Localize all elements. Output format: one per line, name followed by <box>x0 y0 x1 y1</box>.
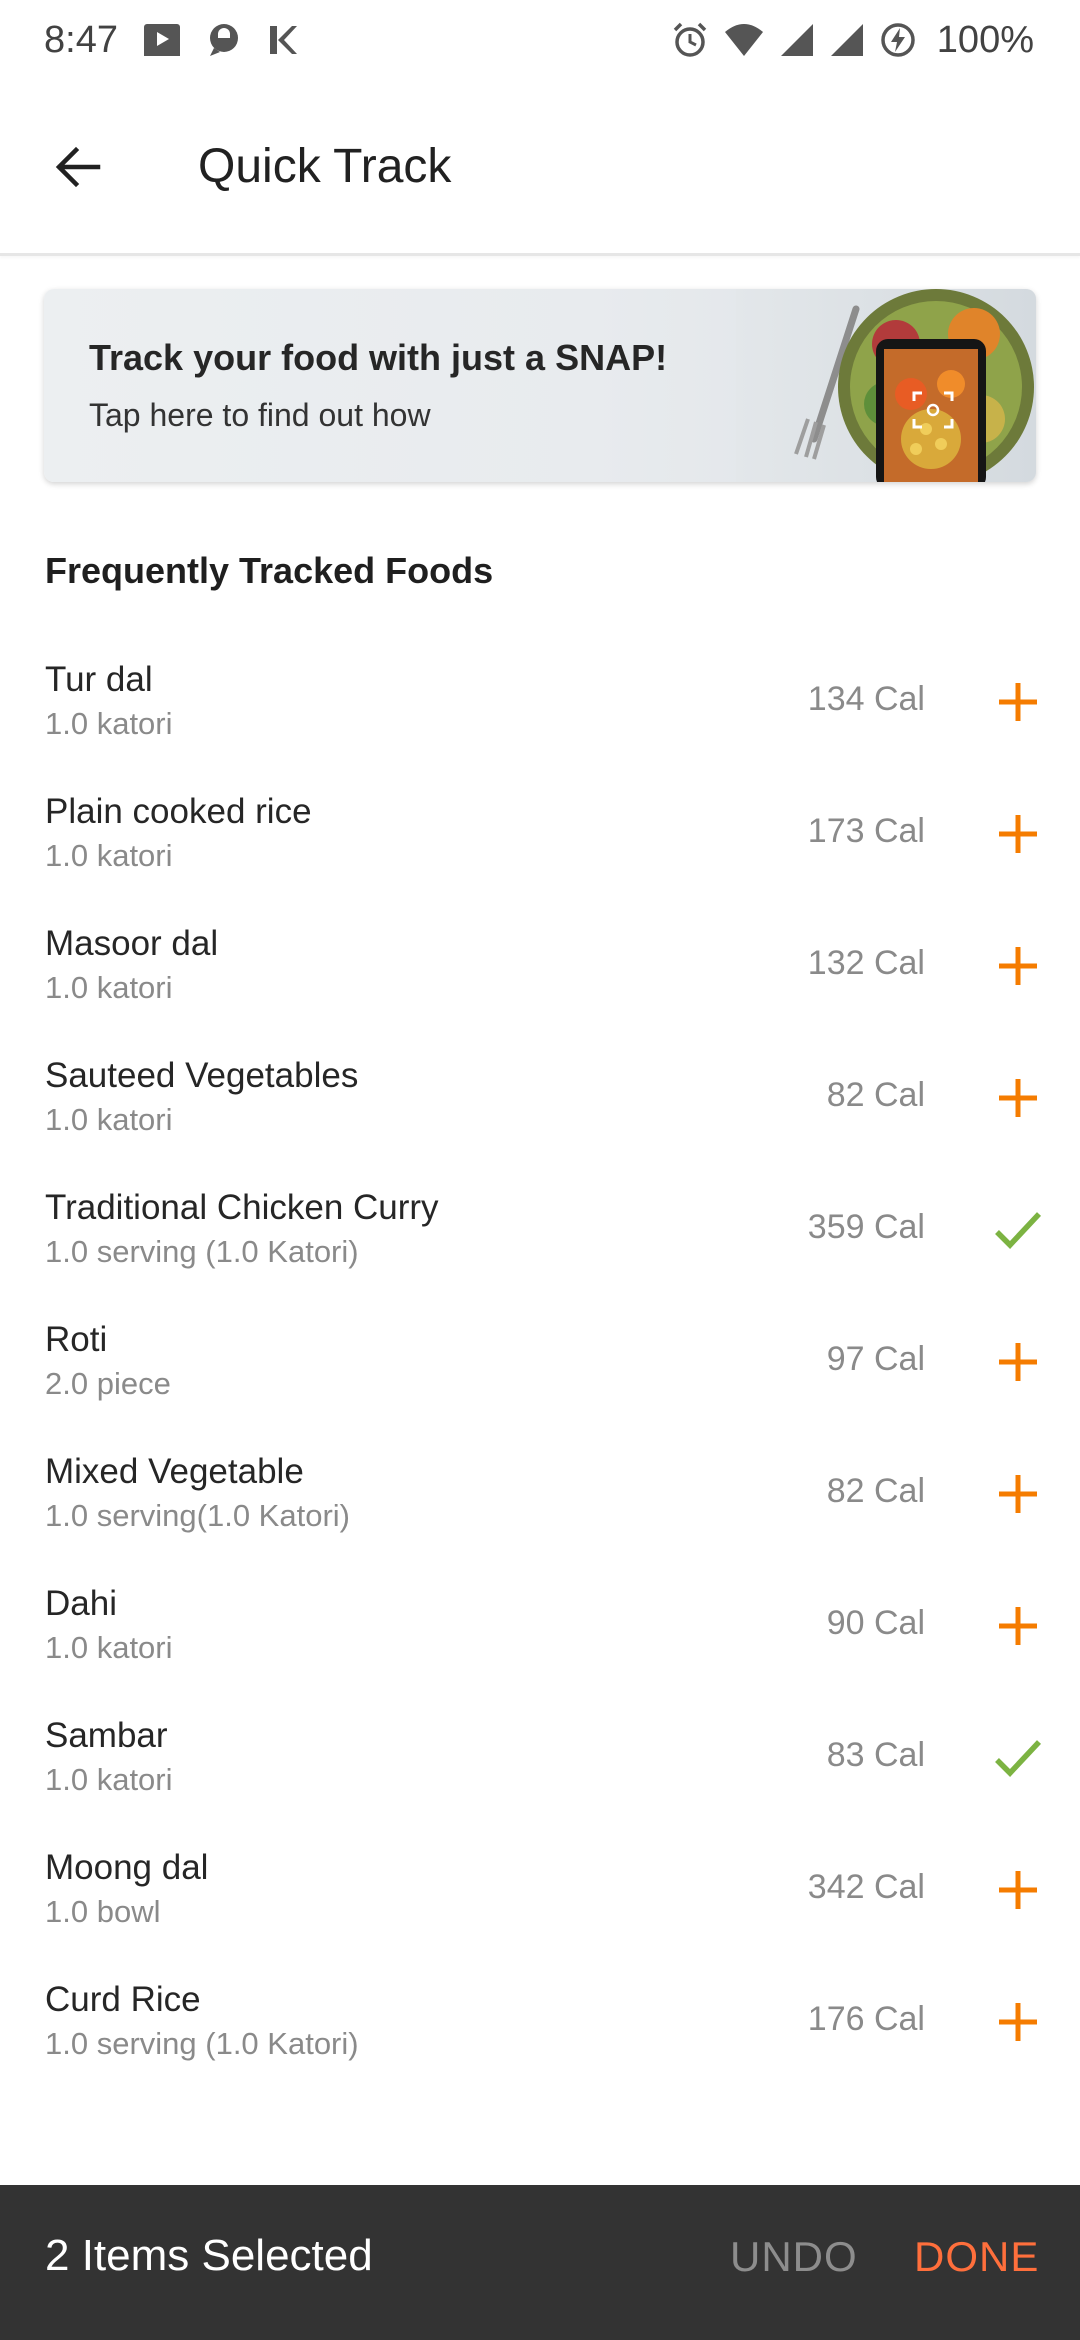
signal-icon <box>779 22 815 58</box>
food-name: Curd Rice <box>45 1980 201 2019</box>
food-calories: 176 Cal <box>807 2000 925 2038</box>
food-name: Tur dal <box>45 660 153 699</box>
selection-bar: 2 Items Selected UNDO DONE <box>0 2185 1080 2340</box>
food-quantity: 1.0 serving (1.0 Katori) <box>45 2026 359 2061</box>
status-right: 100% <box>671 19 1034 62</box>
add-plus-icon[interactable] <box>978 926 1058 1006</box>
add-plus-icon[interactable] <box>978 1982 1058 2062</box>
food-row[interactable]: Sauteed Vegetables 1.0 katori 82 Cal <box>0 1030 1080 1162</box>
status-left: 8:47 <box>44 19 300 62</box>
food-calories: 342 Cal <box>807 1868 925 1906</box>
add-plus-icon[interactable] <box>978 1850 1058 1930</box>
food-quantity: 1.0 katori <box>45 838 173 873</box>
banner-subtitle: Tap here to find out how <box>89 397 431 433</box>
food-quantity: 1.0 katori <box>45 1102 173 1137</box>
arrow-left-icon <box>55 146 101 187</box>
food-quantity: 1.0 serving (1.0 Katori) <box>45 1234 359 1269</box>
add-plus-icon[interactable] <box>978 1058 1058 1138</box>
add-plus-icon[interactable] <box>978 1586 1058 1666</box>
done-button[interactable]: DONE <box>914 2233 1039 2281</box>
undo-button[interactable]: UNDO <box>730 2233 858 2281</box>
food-calories: 132 Cal <box>807 944 925 982</box>
app-bar: Quick Track <box>0 80 1080 256</box>
food-name: Traditional Chicken Curry <box>45 1188 439 1227</box>
food-name: Dahi <box>45 1584 117 1623</box>
add-plus-icon[interactable] <box>978 1322 1058 1402</box>
food-row[interactable]: Plain cooked rice 1.0 katori 173 Cal <box>0 766 1080 898</box>
status-time: 8:47 <box>44 18 118 61</box>
k-icon <box>266 22 300 58</box>
check-icon[interactable] <box>978 1718 1058 1798</box>
signal-icon <box>829 22 865 58</box>
check-icon[interactable] <box>978 1190 1058 1270</box>
alarm-icon <box>671 21 709 59</box>
food-list: Tur dal 1.0 katori 134 Cal Plain cooked ric… <box>0 634 1080 2086</box>
food-calories: 82 Cal <box>826 1472 925 1510</box>
status-bar: 8:47 100% <box>0 0 1080 80</box>
add-plus-icon[interactable] <box>978 794 1058 874</box>
food-snap-illustration <box>736 289 1036 482</box>
food-quantity: 1.0 serving(1.0 Katori) <box>45 1498 350 1533</box>
food-quantity: 1.0 bowl <box>45 1894 161 1929</box>
food-name: Sambar <box>45 1716 168 1755</box>
selected-count: 2 Items Selected <box>45 2231 373 2280</box>
food-row[interactable]: Curd Rice 1.0 serving (1.0 Katori) 176 Cal <box>0 1954 1080 2086</box>
food-quantity: 1.0 katori <box>45 1630 173 1665</box>
food-calories: 134 Cal <box>807 680 925 718</box>
food-calories: 173 Cal <box>807 812 925 850</box>
food-quantity: 1.0 katori <box>45 1762 173 1797</box>
food-row[interactable]: Roti 2.0 piece 97 Cal <box>0 1294 1080 1426</box>
food-name: Sauteed Vegetables <box>45 1056 359 1095</box>
food-quantity: 2.0 piece <box>45 1366 171 1401</box>
vpn-icon <box>206 22 242 58</box>
food-calories: 359 Cal <box>807 1208 925 1246</box>
food-name: Mixed Vegetable <box>45 1452 304 1491</box>
food-row[interactable]: Dahi 1.0 katori 90 Cal <box>0 1558 1080 1690</box>
food-quantity: 1.0 katori <box>45 970 173 1005</box>
food-quantity: 1.0 katori <box>45 706 173 741</box>
food-name: Masoor dal <box>45 924 219 963</box>
food-calories: 97 Cal <box>826 1340 925 1378</box>
food-row[interactable]: Moong dal 1.0 bowl 342 Cal <box>0 1822 1080 1954</box>
wifi-icon <box>723 22 765 58</box>
food-calories: 90 Cal <box>826 1604 925 1642</box>
food-row[interactable]: Traditional Chicken Curry 1.0 serving (1.… <box>0 1162 1080 1294</box>
food-name: Moong dal <box>45 1848 209 1887</box>
banner-title: Track your food with just a SNAP! <box>89 337 668 378</box>
food-name: Roti <box>45 1320 108 1359</box>
battery-percent: 100% <box>936 18 1034 61</box>
add-plus-icon[interactable] <box>978 662 1058 742</box>
food-name: Plain cooked rice <box>45 792 312 831</box>
food-row[interactable]: Mixed Vegetable 1.0 serving(1.0 Katori) 82… <box>0 1426 1080 1558</box>
add-plus-icon[interactable] <box>978 1454 1058 1534</box>
food-calories: 83 Cal <box>826 1736 925 1774</box>
snap-banner[interactable]: Track your food with just a SNAP! Tap he… <box>44 289 1036 482</box>
food-row[interactable]: Tur dal 1.0 katori 134 Cal <box>0 634 1080 766</box>
section-title: Frequently Tracked Foods <box>45 550 494 591</box>
media-icon <box>142 20 182 60</box>
food-row[interactable]: Masoor dal 1.0 katori 132 Cal <box>0 898 1080 1030</box>
food-row[interactable]: Sambar 1.0 katori 83 Cal <box>0 1690 1080 1822</box>
back-button[interactable] <box>22 112 132 222</box>
battery-saver-icon <box>879 21 917 59</box>
food-calories: 82 Cal <box>826 1076 925 1114</box>
page-title: Quick Track <box>198 140 452 193</box>
